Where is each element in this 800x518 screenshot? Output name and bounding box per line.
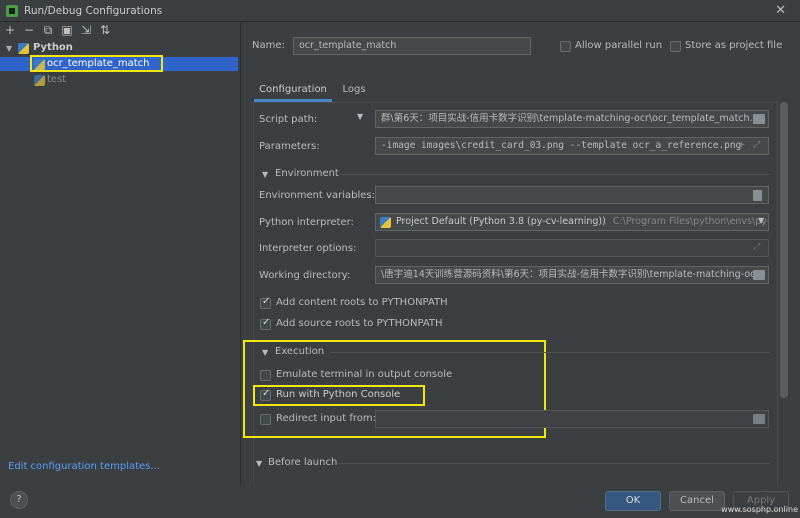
- before-launch-section-title: Before launch: [268, 457, 338, 468]
- tab-configuration[interactable]: Configuration: [254, 80, 332, 102]
- interpreter-select[interactable]: Project Default (Python 3.8 (py-cv-learn…: [375, 213, 769, 231]
- add-source-roots-checkbox[interactable]: [260, 317, 271, 330]
- window-title: Run/Debug Configurations: [24, 5, 163, 17]
- emulate-terminal-label: Emulate terminal in output console: [276, 369, 453, 380]
- python-icon: [18, 43, 29, 54]
- allow-parallel-label: Allow parallel run: [575, 40, 663, 51]
- folder-icon[interactable]: [753, 114, 765, 124]
- env-vars-label: Environment variables:: [259, 190, 375, 201]
- name-input[interactable]: ocr_template_match: [293, 37, 531, 55]
- save-icon[interactable]: ▣: [60, 23, 74, 37]
- section-divider: [330, 352, 770, 353]
- edit-templates-link[interactable]: Edit configuration templates...: [8, 461, 160, 472]
- working-dir-input[interactable]: \唐宇迪14天训练营源码资料\第6天：项目实战-信用卡数字识别\template…: [375, 266, 769, 284]
- tree-group-python[interactable]: Python: [33, 40, 73, 56]
- chevron-down-icon[interactable]: ▼: [758, 216, 764, 225]
- working-dir-label: Working directory:: [259, 270, 351, 281]
- redirect-input-checkbox[interactable]: [260, 414, 271, 425]
- minus-icon[interactable]: −: [22, 23, 36, 37]
- add-source-roots-label: Add source roots to PYTHONPATH: [276, 318, 443, 329]
- cancel-button[interactable]: Cancel: [669, 491, 725, 511]
- store-project-checkbox[interactable]: [670, 41, 681, 52]
- interpreter-label: Python interpreter:: [259, 217, 354, 228]
- move-icon[interactable]: ⇲: [79, 23, 93, 37]
- name-label: Name:: [252, 40, 285, 51]
- ok-button[interactable]: OK: [605, 491, 661, 511]
- execution-section-title: Execution: [275, 346, 325, 357]
- store-project-label: Store as project file: [685, 40, 783, 51]
- expand-icon[interactable]: ⤢: [753, 140, 760, 150]
- sort-icon[interactable]: ⇅: [98, 23, 112, 37]
- add-content-roots-label: Add content roots to PYTHONPATH: [276, 297, 448, 308]
- chevron-down-icon[interactable]: ▼: [262, 348, 268, 357]
- tree-item-test[interactable]: test: [47, 72, 66, 88]
- allow-parallel-checkbox[interactable]: [560, 41, 571, 52]
- python-file-icon: [34, 75, 45, 86]
- parameters-label: Parameters:: [259, 141, 320, 152]
- interpreter-value: Project Default (Python 3.8 (py-cv-learn…: [396, 216, 606, 227]
- expand-icon[interactable]: ⤢: [753, 242, 760, 252]
- env-vars-input[interactable]: [375, 186, 769, 204]
- redirect-input-label: Redirect input from:: [276, 413, 376, 424]
- plus-icon[interactable]: +: [3, 23, 17, 37]
- scrollbar-thumb[interactable]: [780, 102, 788, 398]
- watermark-text: www.sosphp.online: [721, 505, 798, 514]
- close-icon[interactable]: ✕: [775, 3, 786, 18]
- chevron-down-icon[interactable]: ▼: [256, 459, 262, 468]
- copy-icon[interactable]: ⧉: [41, 23, 55, 37]
- help-button[interactable]: ?: [10, 491, 28, 509]
- python-icon: [380, 217, 391, 228]
- script-path-input[interactable]: 群\第6天：项目实战-信用卡数字识别\template-matching-ocr…: [375, 110, 769, 128]
- script-path-label: Script path:: [259, 114, 318, 125]
- chevron-down-icon[interactable]: ▼: [6, 44, 12, 53]
- run-python-console-label: Run with Python Console: [276, 389, 401, 400]
- annotation-highlight-box: [30, 55, 163, 72]
- emulate-terminal-checkbox[interactable]: [260, 370, 271, 381]
- run-python-console-checkbox[interactable]: [260, 388, 271, 401]
- chevron-down-icon[interactable]: ▼: [262, 170, 268, 179]
- section-divider: [340, 174, 770, 175]
- add-content-roots-checkbox[interactable]: [260, 296, 271, 309]
- document-icon[interactable]: [753, 190, 762, 201]
- section-divider: [338, 463, 770, 464]
- pycharm-app-icon: [6, 5, 18, 17]
- environment-section-title: Environment: [275, 168, 339, 179]
- redirect-input-field[interactable]: [375, 410, 769, 428]
- interpreter-options-input[interactable]: [375, 239, 769, 257]
- add-macro-icon[interactable]: +: [738, 140, 746, 150]
- parameters-input[interactable]: -image images\credit_card_03.png --templ…: [375, 137, 769, 155]
- interpreter-path: C:\Program Files\python\envs\py-cv-le: [612, 216, 768, 227]
- interpreter-options-label: Interpreter options:: [259, 243, 357, 254]
- splitter[interactable]: [240, 22, 241, 484]
- script-path-dropdown-icon[interactable]: ▼: [357, 112, 363, 121]
- folder-icon[interactable]: [753, 414, 765, 424]
- folder-icon[interactable]: [753, 270, 765, 280]
- tab-logs[interactable]: Logs: [334, 80, 374, 102]
